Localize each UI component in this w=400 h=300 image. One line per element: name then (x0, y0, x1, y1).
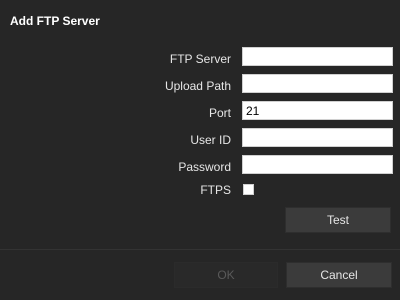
password-label: Password (178, 160, 231, 174)
ok-button[interactable]: OK (174, 262, 278, 288)
add-ftp-server-dialog: Add FTP Server FTP Server Upload Path Po… (0, 0, 400, 300)
ftp-server-label: FTP Server (169, 52, 231, 66)
cancel-button[interactable]: Cancel (286, 262, 392, 288)
upload-path-label: Upload Path (164, 79, 231, 93)
dialog-title: Add FTP Server (10, 14, 100, 28)
password-input[interactable] (242, 155, 393, 174)
footer-divider (0, 249, 400, 250)
port-input[interactable] (242, 101, 393, 120)
test-button[interactable]: Test (285, 207, 391, 233)
port-label: Port (208, 106, 231, 120)
ftps-label: FTPS (200, 183, 231, 197)
ftp-server-input[interactable] (242, 47, 393, 66)
ftps-checkbox[interactable] (243, 184, 254, 195)
user-id-input[interactable] (242, 128, 393, 147)
user-id-label: User ID (190, 133, 231, 147)
upload-path-input[interactable] (242, 74, 393, 93)
